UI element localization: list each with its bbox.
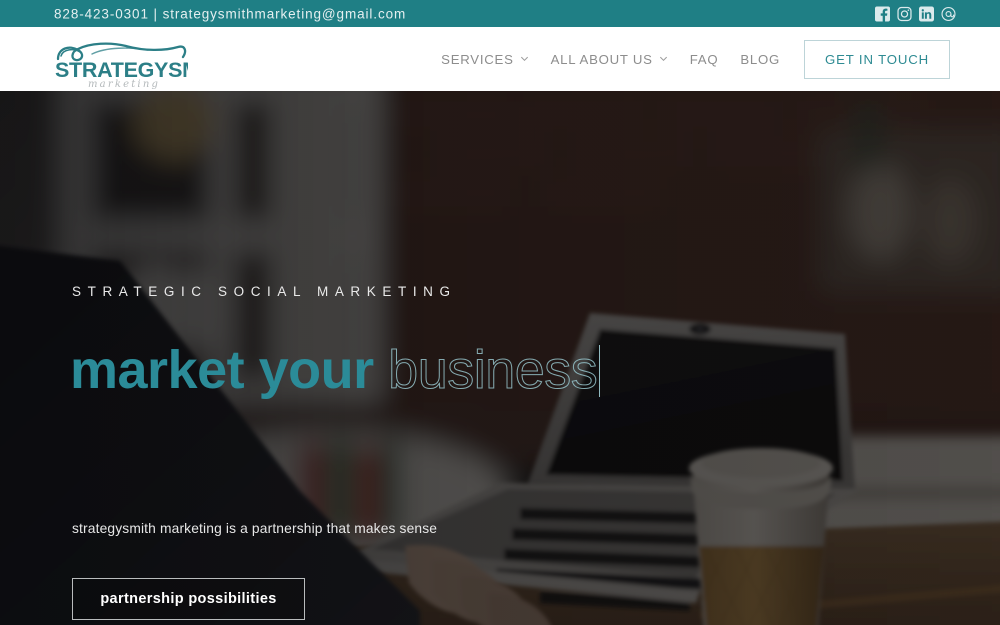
contact-info[interactable]: 828-423-0301 | strategysmithmarketing@gm… (54, 6, 406, 21)
linkedin-icon[interactable] (919, 6, 934, 21)
nav-item-all-about-us[interactable]: ALL ABOUT US (540, 52, 679, 67)
partnership-possibilities-button[interactable]: partnership possibilities (72, 578, 305, 620)
chevron-down-icon (520, 54, 529, 63)
hero-subheadline: strategysmith marketing is a partnership… (72, 521, 438, 536)
get-in-touch-button[interactable]: GET IN TOUCH (804, 39, 950, 79)
hero-eyebrow: STRATEGIC SOCIAL MARKETING (72, 284, 457, 299)
hero-headline-outline: business (388, 340, 599, 400)
nav-item-faq[interactable]: FAQ (679, 52, 730, 67)
facebook-icon[interactable] (875, 6, 890, 21)
nav-label: SERVICES (441, 51, 514, 67)
chevron-down-icon (659, 54, 668, 63)
main-navigation: SERVICES ALL ABOUT US FAQ BLOG GET IN TO… (430, 27, 950, 91)
hero-section: STRATEGIC SOCIAL MARKETING market your b… (0, 91, 1000, 625)
hero-content: STRATEGIC SOCIAL MARKETING market your b… (70, 91, 772, 625)
nav-label: BLOG (740, 51, 780, 67)
instagram-icon[interactable] (897, 6, 912, 21)
top-contact-bar: 828-423-0301 | strategysmithmarketing@gm… (0, 0, 1000, 27)
social-links (875, 6, 956, 21)
hero-headline: market your business (70, 340, 601, 400)
typing-cursor (599, 345, 601, 397)
email-icon[interactable] (941, 6, 956, 21)
hero-headline-solid: market your (70, 340, 374, 400)
nav-item-services[interactable]: SERVICES (430, 52, 539, 67)
site-logo[interactable]: STRATEGYSMITH marketing (52, 29, 188, 89)
svg-text:marketing: marketing (88, 79, 160, 89)
site-header: STRATEGYSMITH marketing SERVICES ALL ABO… (0, 27, 1000, 91)
nav-label: ALL ABOUT US (550, 51, 653, 67)
nav-label: FAQ (689, 51, 719, 67)
nav-item-blog[interactable]: BLOG (729, 52, 791, 67)
